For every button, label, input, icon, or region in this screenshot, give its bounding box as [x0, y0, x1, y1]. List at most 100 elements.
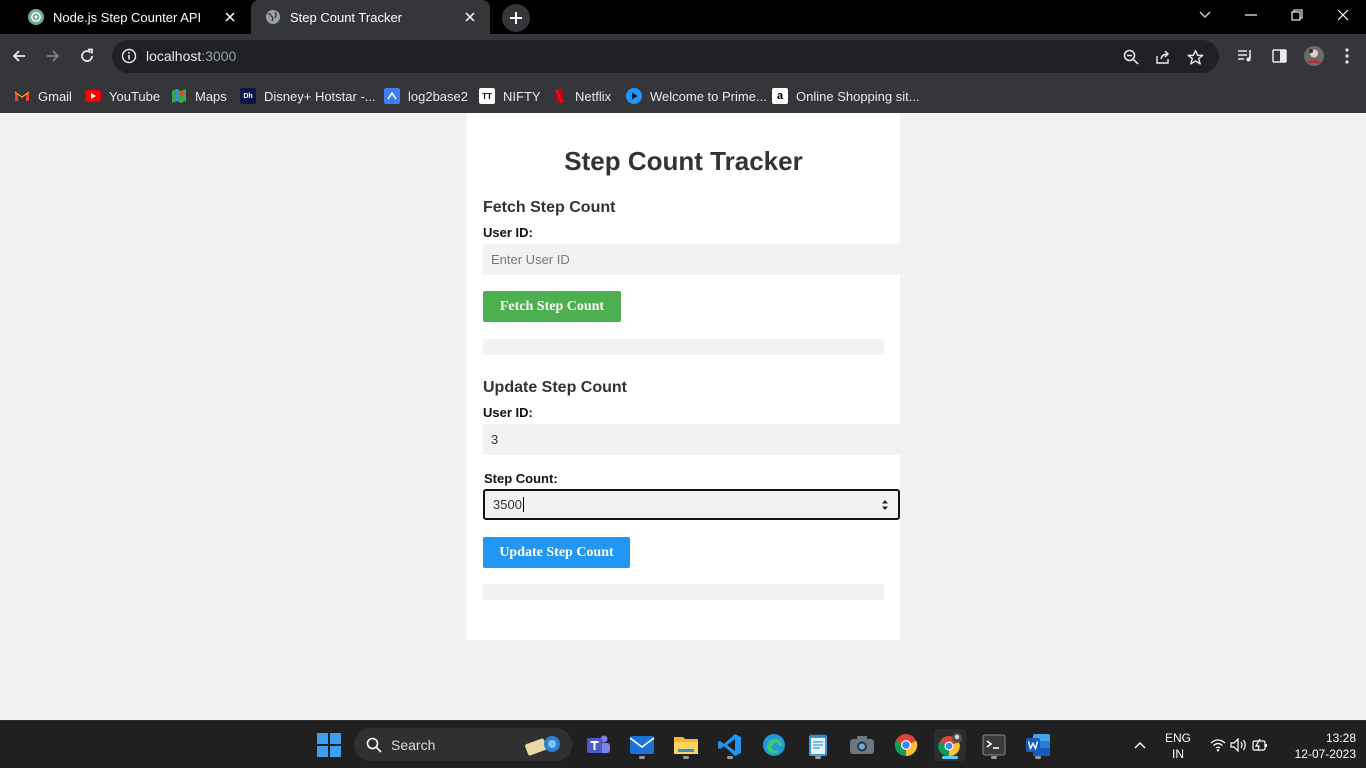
fetch-result-box	[483, 339, 884, 355]
clock-date: 12-07-2023	[1294, 747, 1356, 761]
wifi-icon	[1210, 739, 1226, 752]
chrome-profile-taskbar-icon[interactable]	[934, 729, 966, 761]
taskbar-search-box[interactable]: Search	[354, 728, 572, 761]
zoom-icon[interactable]	[1120, 46, 1142, 68]
update-user-id-input[interactable]: 3	[483, 424, 900, 455]
bookmark-prime-video[interactable]: Welcome to Prime...	[626, 85, 767, 107]
notepad-taskbar-icon[interactable]	[802, 729, 834, 761]
step-count-value: 3500	[493, 497, 522, 512]
running-indicator	[727, 756, 733, 759]
tab-step-count-tracker[interactable]: Step Count Tracker	[251, 0, 490, 34]
netflix-icon	[555, 89, 563, 103]
camera-taskbar-icon[interactable]	[846, 729, 878, 761]
bookmark-label: Welcome to Prime...	[650, 88, 767, 104]
playlist-icon	[1238, 50, 1251, 62]
plus-icon	[510, 12, 522, 24]
address-bar[interactable]: localhost:3000	[112, 40, 1219, 73]
update-step-count-button[interactable]: Update Step Count	[483, 537, 630, 568]
bookmark-label: Netflix	[575, 88, 612, 104]
show-hidden-icons-button[interactable]	[1124, 729, 1156, 761]
windows-taskbar: Search ENG IN 13:28 12-07-2023	[0, 720, 1366, 768]
update-user-id-label: User ID:	[483, 405, 533, 420]
maps-icon	[172, 89, 186, 103]
running-indicator	[639, 756, 645, 759]
prime-video-icon	[626, 88, 642, 104]
close-tab-icon[interactable]	[222, 9, 238, 25]
back-button[interactable]	[5, 42, 33, 70]
forward-button[interactable]	[39, 42, 67, 70]
reload-button[interactable]	[73, 42, 101, 70]
profile-avatar-button[interactable]	[1300, 42, 1328, 70]
terminal-taskbar-icon[interactable]	[978, 729, 1010, 761]
search-highlight-icon	[525, 736, 560, 756]
close-window-button[interactable]	[1320, 0, 1366, 30]
text-cursor	[522, 497, 524, 512]
share-icon[interactable]	[1152, 46, 1174, 68]
region-label: IN	[1172, 747, 1184, 761]
minimize-button[interactable]	[1228, 0, 1274, 30]
media-control-button[interactable]	[1231, 42, 1259, 70]
bookmark-gmail[interactable]: Gmail	[14, 85, 72, 107]
update-section-heading: Update Step Count	[483, 379, 627, 396]
chrome-menu-button[interactable]	[1333, 42, 1361, 70]
edge-taskbar-icon[interactable]	[758, 729, 790, 761]
bookmark-label: Gmail	[38, 88, 72, 104]
tab-title: Node.js Step Counter API	[53, 9, 202, 25]
teams-taskbar-icon[interactable]	[582, 729, 614, 761]
site-info-icon[interactable]	[120, 47, 138, 65]
side-panel-button[interactable]	[1265, 42, 1293, 70]
new-tab-button[interactable]	[502, 4, 530, 32]
quick-settings-button[interactable]	[1204, 729, 1274, 761]
bookmark-label: YouTube	[109, 88, 161, 104]
step-count-label: Step Count:	[484, 471, 558, 486]
youtube-icon	[85, 90, 101, 102]
restore-button[interactable]	[1274, 0, 1320, 30]
bookmark-label: NIFTY	[503, 88, 541, 104]
fetch-user-id-input[interactable]: Enter User ID	[483, 244, 900, 275]
language-label: ENG	[1164, 731, 1191, 745]
bookmark-youtube[interactable]: YouTube	[85, 85, 160, 107]
fetch-user-id-label: User ID:	[483, 225, 533, 240]
step-tracker-card: Step Count Tracker Fetch Step Count User…	[467, 113, 900, 640]
bookmark-label: Disney+ Hotstar -...	[264, 88, 376, 104]
bookmark-amazon[interactable]: a Online Shopping sit...	[772, 85, 920, 107]
bookmark-log2base2[interactable]: log2base2	[384, 85, 468, 107]
running-indicator	[991, 756, 997, 759]
tab-node-step-counter-api[interactable]: Node.js Step Counter API	[14, 0, 250, 34]
fetch-section-heading: Fetch Step Count	[483, 199, 616, 216]
windows-logo-icon	[317, 733, 341, 757]
page-viewport: Step Count Tracker Fetch Step Count User…	[0, 113, 1366, 720]
chrome-taskbar-icon[interactable]	[890, 729, 922, 761]
search-icon	[366, 737, 382, 753]
hotstar-icon: Dh	[240, 88, 256, 104]
bookmark-netflix[interactable]: Netflix	[551, 85, 611, 107]
running-indicator	[1035, 756, 1041, 759]
nifty-icon: TT	[479, 88, 495, 104]
start-button[interactable]	[313, 729, 345, 761]
word-taskbar-icon[interactable]	[1022, 729, 1054, 761]
amazon-icon: a	[772, 88, 788, 104]
file-explorer-taskbar-icon[interactable]	[670, 729, 702, 761]
bookmark-maps[interactable]: Maps	[171, 85, 227, 107]
step-count-input[interactable]: 3500	[483, 489, 900, 520]
avatar-icon	[1304, 46, 1324, 66]
bookmark-nifty[interactable]: TT NIFTY	[479, 85, 541, 107]
bookmark-label: Maps	[195, 88, 227, 104]
tab-search-chevron-icon[interactable]	[1182, 0, 1228, 30]
chevron-up-icon	[1134, 742, 1146, 749]
url-text: localhost:3000	[146, 48, 236, 64]
update-result-box	[483, 584, 884, 600]
running-indicator	[683, 756, 689, 759]
browser-toolbar: localhost:3000	[0, 34, 1366, 79]
bookmark-disney-hotstar[interactable]: Dh Disney+ Hotstar -...	[240, 85, 376, 107]
number-spinner-icon[interactable]	[880, 498, 890, 512]
fetch-step-count-button[interactable]: Fetch Step Count	[483, 291, 621, 322]
url-host: localhost	[146, 48, 202, 64]
close-tab-icon[interactable]	[462, 9, 478, 25]
mail-taskbar-icon[interactable]	[626, 729, 658, 761]
clock[interactable]: 13:28 12-07-2023	[1284, 730, 1356, 762]
browser-tab-strip: Node.js Step Counter API Step Count Trac…	[0, 0, 1366, 34]
bookmark-star-icon[interactable]	[1184, 46, 1206, 68]
vscode-taskbar-icon[interactable]	[714, 729, 746, 761]
input-language-indicator[interactable]: ENG IN	[1160, 730, 1196, 762]
